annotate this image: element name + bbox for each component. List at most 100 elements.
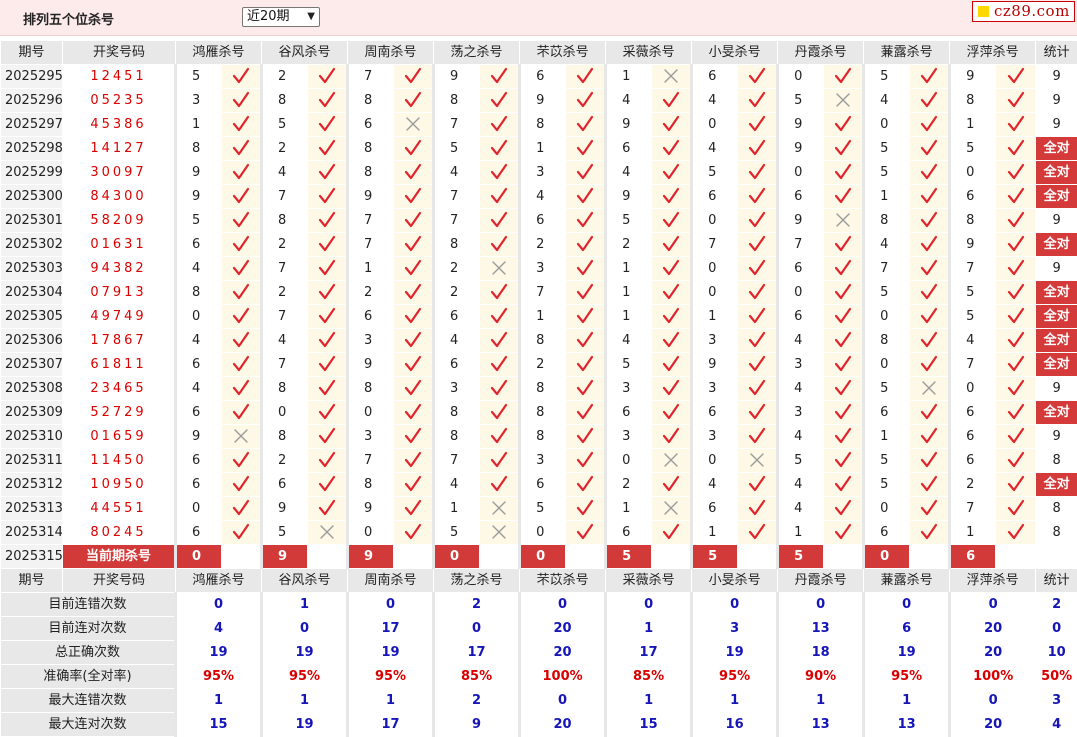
kill-number-cell: 9 (174, 424, 222, 449)
check-icon (834, 307, 852, 325)
current-kill-number: 5 (690, 544, 739, 569)
hit-mark-cell (220, 328, 263, 353)
hit-mark-cell (220, 496, 263, 521)
hit-mark-cell (737, 424, 779, 449)
check-icon (576, 523, 594, 541)
check-icon (748, 211, 766, 229)
hit-mark-cell (909, 472, 951, 497)
check-icon (490, 283, 508, 301)
kill-number-cell: 3 (518, 256, 567, 281)
hit-mark-cell (995, 520, 1037, 545)
hit-mark-cell (565, 232, 607, 257)
hit-mark-cell (220, 304, 263, 329)
kill-number-cell: 9 (432, 64, 481, 89)
hit-mark-cell (479, 352, 521, 377)
hit-mark-cell (307, 256, 349, 281)
check-icon (1007, 499, 1025, 517)
col-header-draw: 开奖号码 (62, 568, 176, 593)
hit-mark-cell (565, 424, 607, 449)
hit-mark-cell (565, 136, 607, 161)
draw-number-cell: 23465 (62, 376, 176, 401)
kill-number-cell: 0 (862, 352, 911, 377)
summary-value: 9 (432, 712, 521, 737)
hit-mark-cell (479, 448, 521, 473)
hit-mark-cell (393, 376, 435, 401)
kill-number-cell: 4 (776, 376, 825, 401)
hit-mark-cell (220, 64, 263, 89)
check-icon (920, 187, 938, 205)
period-select[interactable]: 近20期 ▼ (242, 7, 320, 27)
check-icon (1007, 259, 1025, 277)
hit-mark-cell (565, 256, 607, 281)
hit-mark-cell (479, 400, 521, 425)
hit-mark-cell (995, 376, 1037, 401)
summary-value: 0 (862, 592, 951, 617)
site-logo[interactable]: cz89.com (972, 1, 1075, 22)
kill-number-cell: 6 (518, 472, 567, 497)
cross-icon (404, 115, 422, 133)
check-icon (576, 427, 594, 445)
kill-number-cell: 8 (518, 376, 567, 401)
summary-label: 最大连对次数 (0, 712, 176, 737)
stat-cell: 9 (1035, 256, 1077, 281)
kill-number-cell: 5 (432, 520, 481, 545)
check-icon (834, 187, 852, 205)
kill-number-cell: 0 (862, 496, 911, 521)
check-icon (404, 427, 422, 445)
hit-mark-cell (565, 400, 607, 425)
kill-number-cell: 0 (776, 280, 825, 305)
check-icon (318, 67, 336, 85)
check-icon (920, 427, 938, 445)
hit-mark-cell (479, 424, 521, 449)
kill-number-cell: 4 (432, 328, 481, 353)
kill-number-cell: 2 (518, 232, 567, 257)
kill-number-cell: 8 (174, 136, 222, 161)
check-icon (834, 283, 852, 301)
check-icon (1007, 139, 1025, 157)
hit-mark-cell (651, 160, 693, 185)
check-icon (318, 427, 336, 445)
kill-number-cell: 6 (776, 256, 825, 281)
hit-mark-cell (220, 448, 263, 473)
current-issue-row: 2025315 当前期杀号 0 9 9 0 0 5 5 5 0 6 (0, 544, 1077, 569)
col-header-expert: 鸿雁杀号 (174, 568, 263, 593)
hit-mark-cell (737, 328, 779, 353)
summary-value: 17 (432, 640, 521, 665)
check-icon (920, 307, 938, 325)
kill-number-cell: 0 (862, 112, 911, 137)
hit-mark-cell (479, 88, 521, 113)
stat-cell: 全对 (1035, 184, 1077, 209)
hit-mark-cell (995, 112, 1037, 137)
check-icon (404, 259, 422, 277)
kill-number-cell: 3 (174, 88, 222, 113)
kill-number-cell: 2 (432, 256, 481, 281)
kill-number-cell: 7 (432, 448, 481, 473)
hit-mark-cell (393, 448, 435, 473)
current-kill-label: 当前期杀号 (62, 544, 176, 569)
col-header-expert: 小旻杀号 (691, 40, 779, 65)
hit-mark-cell (995, 496, 1037, 521)
col-header-expert: 荡之杀号 (433, 568, 521, 593)
kill-number-cell: 5 (260, 112, 309, 137)
check-icon (748, 307, 766, 325)
table-row: 2025299 30097 9 4 8 4 3 4 5 0 5 0 全对 (0, 160, 1077, 185)
kill-number-cell: 9 (518, 88, 567, 113)
summary-value: 1 (604, 616, 693, 641)
table-row: 2025297 45386 1 5 6 7 8 9 0 9 0 1 9 (0, 112, 1077, 137)
issue-cell: 2025298 (0, 136, 63, 161)
summary-row: 目前连错次数 0 1 0 2 0 0 0 0 0 0 2 (0, 592, 1077, 617)
current-stat-blank (1035, 544, 1077, 569)
kill-number-cell: 8 (346, 88, 395, 113)
check-icon (576, 451, 594, 469)
kill-number-cell: 6 (604, 136, 653, 161)
check-icon (662, 259, 680, 277)
kill-number-cell: 6 (346, 304, 395, 329)
check-icon (834, 163, 852, 181)
check-icon (404, 307, 422, 325)
check-icon (318, 475, 336, 493)
kill-number-cell: 2 (604, 232, 653, 257)
kill-number-cell: 7 (432, 112, 481, 137)
check-icon (404, 187, 422, 205)
summary-value: 95% (173, 664, 263, 689)
hit-mark-cell (737, 184, 779, 209)
